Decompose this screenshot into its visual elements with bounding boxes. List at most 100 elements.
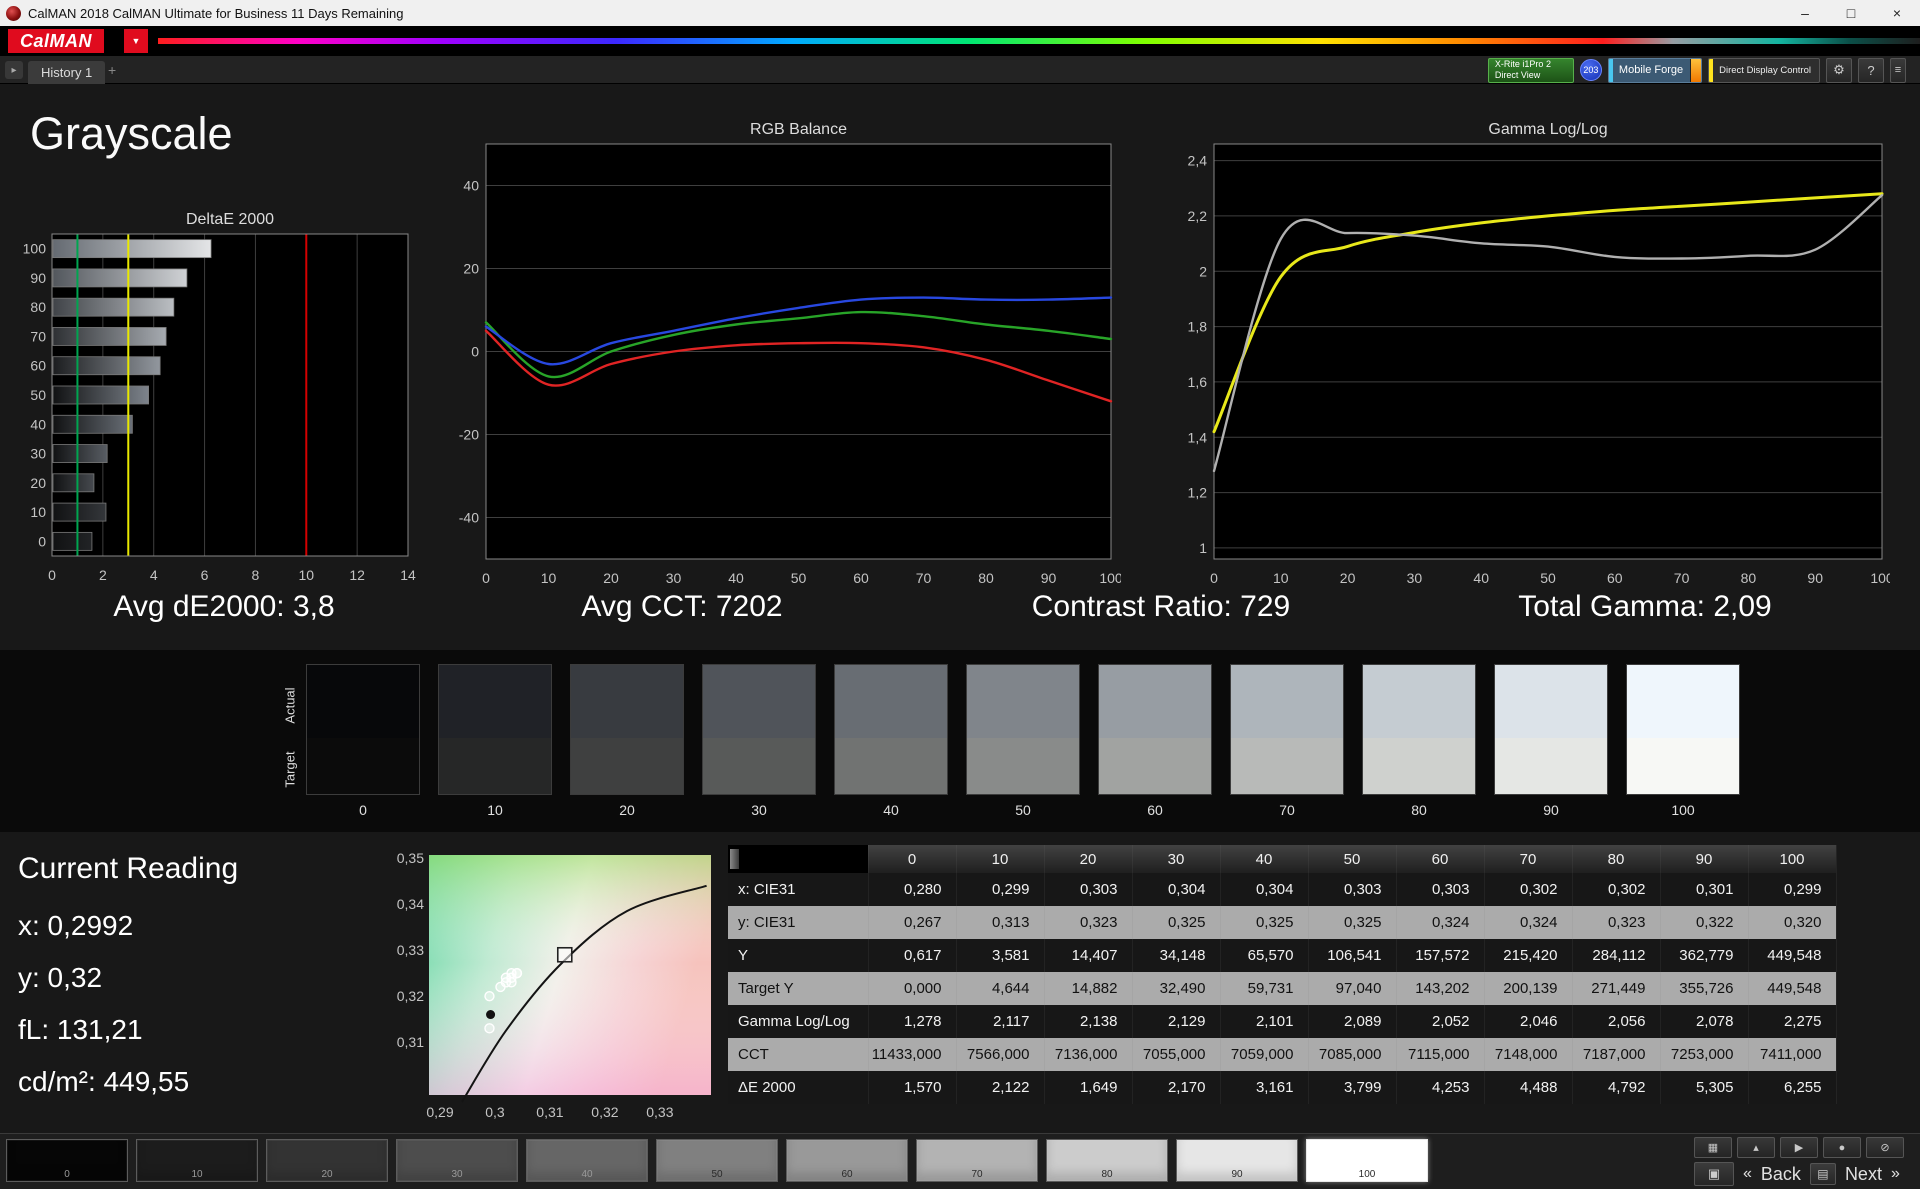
help-button[interactable]: ?	[1858, 57, 1884, 83]
tick-label: 0	[471, 344, 479, 360]
record-button[interactable]: ●	[1823, 1137, 1861, 1158]
table-cell: 200,139	[1484, 972, 1573, 1005]
tick-label: 50	[791, 570, 807, 586]
tick-label: 0,32	[397, 988, 424, 1004]
back-fast-arrow[interactable]: «	[1743, 1165, 1752, 1183]
meter-name-line1: X-Rite i1Pro 2	[1494, 59, 1551, 70]
display-button[interactable]: ▦	[1694, 1137, 1732, 1158]
table-cell: 0,280	[868, 873, 957, 906]
table-cell: 0,323	[1044, 906, 1133, 939]
tab-history-1[interactable]: History 1	[28, 61, 106, 84]
level-button-80[interactable]: 80	[1046, 1139, 1168, 1182]
tick-label: 40	[1473, 570, 1489, 586]
table-cell: 2,101	[1220, 1005, 1309, 1038]
disable-icon: ⊘	[1880, 1142, 1890, 1154]
table-cell: 4,792	[1572, 1071, 1661, 1104]
table-cell: 7085,000	[1308, 1038, 1397, 1071]
up-button[interactable]: ▴	[1737, 1137, 1775, 1158]
swatch-actual	[835, 665, 947, 738]
level-button-20[interactable]: 20	[266, 1139, 388, 1182]
calman-menu-button[interactable]: CalMAN	[8, 29, 105, 53]
level-button-50[interactable]: 50	[656, 1139, 778, 1182]
swatch-20: 20	[570, 664, 684, 818]
table-cell: 7148,000	[1484, 1038, 1573, 1071]
level-button-30[interactable]: 30	[396, 1139, 518, 1182]
back-button[interactable]: Back	[1761, 1164, 1801, 1185]
swatch-target	[571, 738, 683, 794]
level-button-60[interactable]: 60	[786, 1139, 908, 1182]
add-tab-button[interactable]: +	[108, 62, 116, 78]
settings-button[interactable]: ⚙	[1826, 57, 1852, 83]
swatch-actual	[703, 665, 815, 738]
swatch-label: 40	[883, 802, 899, 818]
level-button-90[interactable]: 90	[1176, 1139, 1298, 1182]
deltae-bar-60	[52, 356, 161, 376]
swatch-actual	[307, 665, 419, 738]
swatch-label: 10	[487, 802, 503, 818]
transport-icon-row: ▦ ▴ ▶ ● ⊘	[1694, 1137, 1904, 1158]
maximize-button[interactable]: □	[1828, 0, 1874, 26]
level-button-40[interactable]: 40	[526, 1139, 648, 1182]
logo-row: CalMAN ▼	[0, 26, 1920, 56]
tick-label: 10	[30, 504, 46, 520]
level-button-100[interactable]: 100	[1306, 1139, 1428, 1182]
swatch-70: 70	[1230, 664, 1344, 818]
tick-label: 0	[482, 570, 490, 586]
table-cell: 1,278	[868, 1005, 957, 1038]
table-cell: 0,304	[1220, 873, 1309, 906]
table-cell: 0,324	[1484, 906, 1573, 939]
source-accent	[1608, 58, 1613, 82]
deltae-bar-40	[52, 414, 133, 434]
table-cell: 7059,000	[1220, 1038, 1309, 1071]
chevron-down-icon: ▼	[131, 36, 141, 46]
tick-label: 40	[30, 416, 46, 432]
column-header-70: 70	[1484, 845, 1573, 873]
tick-label: 0,3	[485, 1104, 505, 1120]
calman-menu-dropdown[interactable]: ▼	[124, 29, 148, 53]
table-cell: 106,541	[1308, 939, 1397, 972]
tick-label: 0	[48, 567, 56, 583]
panel-menu-button[interactable]: ≡	[1890, 57, 1906, 83]
history-nav-button[interactable]: ▸	[5, 61, 23, 79]
save-button[interactable]: ▤	[1809, 1163, 1836, 1185]
tick-label: 2,4	[1188, 153, 1208, 169]
source-button[interactable]: Mobile Forge	[1607, 57, 1703, 83]
level-label: 100	[1358, 1169, 1376, 1180]
column-header-40: 40	[1220, 845, 1309, 873]
table-cell: 143,202	[1396, 972, 1485, 1005]
row-label: Gamma Log/Log	[728, 1005, 869, 1038]
table-row: ΔE 2000 1,570 2,122 1,649 2,170 3,161 3,799 4,2…	[728, 1071, 1837, 1104]
minimize-button[interactable]: –	[1782, 0, 1828, 26]
pattern-window-button[interactable]: ▣	[1694, 1162, 1734, 1186]
level-button-10[interactable]: 10	[136, 1139, 258, 1182]
display-control-button[interactable]: Direct Display Control	[1708, 57, 1820, 83]
swatch-60: 60	[1098, 664, 1212, 818]
table-cell: 59,731	[1220, 972, 1309, 1005]
tick-label: 50	[1540, 570, 1556, 586]
tick-label: 6	[201, 567, 209, 583]
tick-label: 1,2	[1188, 485, 1208, 501]
next-button[interactable]: Next	[1845, 1164, 1882, 1185]
level-button-70[interactable]: 70	[916, 1139, 1038, 1182]
meter-button[interactable]: X-Rite i1Pro 2 Direct View	[1487, 57, 1574, 83]
table-cell: 0,299	[956, 873, 1045, 906]
close-button[interactable]: ×	[1874, 0, 1920, 26]
disable-button[interactable]: ⊘	[1866, 1137, 1904, 1158]
tick-label: 60	[1607, 570, 1623, 586]
level-button-0[interactable]: 0	[6, 1139, 128, 1182]
pattern-window-icon: ▣	[1707, 1166, 1721, 1181]
level-label: 70	[971, 1169, 983, 1180]
next-fast-arrow[interactable]: »	[1891, 1165, 1900, 1183]
menu-icon: ≡	[1894, 64, 1902, 76]
deltae-bar-90	[52, 268, 188, 288]
play-button[interactable]: ▶	[1780, 1137, 1818, 1158]
table-cell: 0,267	[868, 906, 957, 939]
contrast-ratio-stat: Contrast Ratio: 729	[1031, 590, 1291, 623]
column-header-80: 80	[1572, 845, 1661, 873]
meter-count-badge[interactable]: 203	[1579, 59, 1602, 81]
swatch-label: 90	[1543, 802, 1559, 818]
save-icon: ▤	[1817, 1167, 1829, 1181]
pattern-level-buttons: 0 10 20 30 40 50 60 70 80 90 100	[6, 1139, 1428, 1182]
display-control-label: Direct Display Control	[1719, 64, 1811, 76]
table-cell: 0,323	[1572, 906, 1661, 939]
